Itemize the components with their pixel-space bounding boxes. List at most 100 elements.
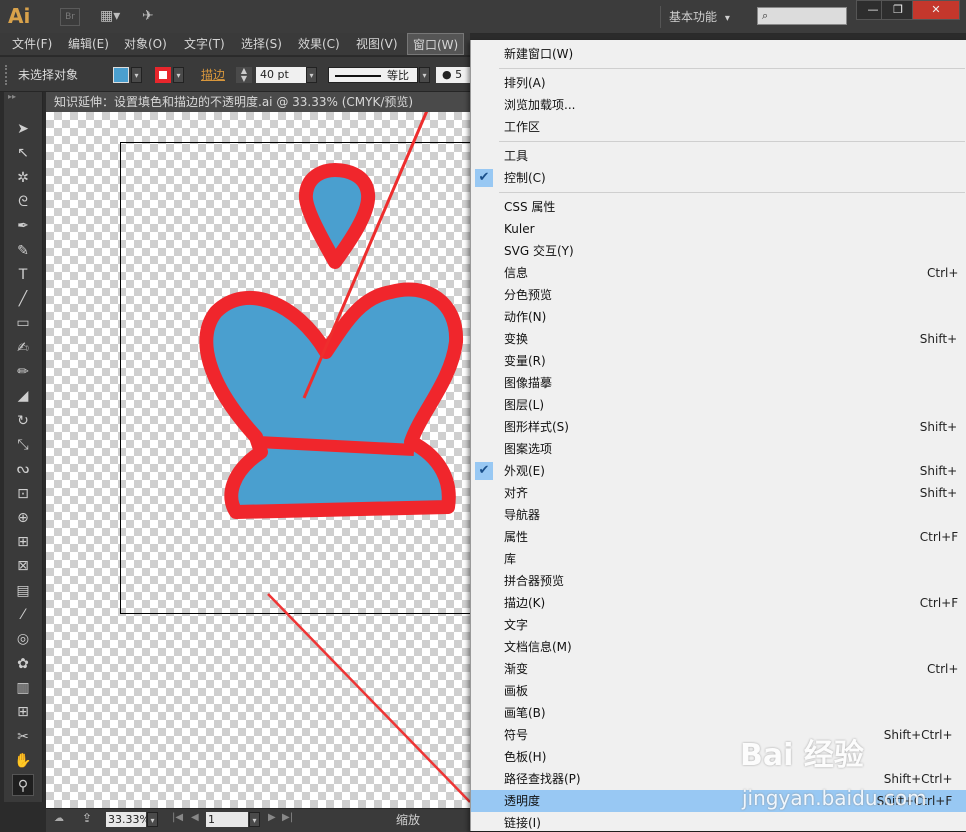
window-menu-item[interactable]: 文档信息(M) — [471, 636, 966, 658]
curvature-tool[interactable]: ✎ — [12, 240, 34, 262]
window-menu-item[interactable]: SVG 交互(Y) — [471, 240, 966, 262]
zoom-dropdown[interactable]: ▾ — [147, 812, 158, 827]
slice-tool[interactable]: ✂ — [12, 726, 34, 748]
window-menu-item[interactable]: 图层(L) — [471, 394, 966, 416]
share-icon[interactable]: ⇪ — [82, 811, 92, 825]
artboard-dropdown[interactable]: ▾ — [249, 812, 260, 827]
free-transform-tool[interactable]: ⊡ — [12, 483, 34, 505]
stroke-weight-input[interactable]: 40 pt — [256, 67, 306, 83]
menu-object[interactable]: 对象(O) — [122, 33, 169, 55]
next-page-icon[interactable]: ▶ — [268, 812, 276, 823]
zoom-tool[interactable]: ⚲ — [12, 774, 34, 797]
warp-tool[interactable]: ᔓ — [12, 458, 34, 480]
column-graph-tool[interactable]: ▥ — [12, 677, 34, 699]
window-menu-item[interactable]: 画板 — [471, 680, 966, 702]
window-menu-item[interactable]: 排列(A) — [471, 72, 966, 94]
window-menu-item[interactable]: Kuler — [471, 218, 966, 240]
window-menu-item[interactable]: 工作区 — [471, 116, 966, 138]
window-menu-item[interactable]: 描边(K) Ctrl+F — [471, 592, 966, 614]
window-menu-item[interactable]: 图形样式(S) Shift+ — [471, 416, 966, 438]
mesh-tool[interactable]: ⊠ — [12, 555, 34, 577]
maximize-button[interactable]: ❐ — [881, 0, 915, 20]
hand-tool[interactable]: ✋ — [12, 750, 34, 772]
perspective-grid-tool[interactable]: ⊞ — [12, 531, 34, 553]
window-menu-item[interactable]: 变换 Shift+ — [471, 328, 966, 350]
brush-definition-select[interactable]: ● 5 — [436, 67, 470, 83]
line-tool[interactable]: ╱ — [12, 288, 34, 310]
prev-page-icon[interactable]: ◀ — [191, 812, 199, 823]
stroke-profile-dropdown[interactable]: ▾ — [419, 67, 430, 83]
close-button[interactable]: ✕ — [912, 0, 960, 20]
stroke-weight-stepper[interactable]: ▲ ▼ — [236, 67, 252, 83]
stroke-dropdown[interactable]: ▾ — [173, 67, 184, 83]
lasso-tool[interactable]: ᘓ — [12, 191, 34, 213]
menu-select[interactable]: 选择(S) — [239, 33, 284, 55]
window-menu-item[interactable]: 图案选项 — [471, 438, 966, 460]
menu-type[interactable]: 文字(T) — [182, 33, 227, 55]
cloud-sync-icon[interactable]: ☁ — [54, 813, 64, 824]
window-menu-item[interactable]: 动作(N) — [471, 306, 966, 328]
window-menu-item[interactable]: 对齐 Shift+ — [471, 482, 966, 504]
window-menu-item[interactable]: 导航器 — [471, 504, 966, 526]
menu-window[interactable]: 窗口(W) — [407, 33, 465, 55]
window-menu-item[interactable]: 库 — [471, 548, 966, 570]
panel-grip[interactable] — [5, 65, 11, 85]
stroke-profile-select[interactable]: 等比 — [328, 67, 418, 83]
menu-view[interactable]: 视图(V) — [354, 33, 400, 55]
first-page-icon[interactable]: |◀ — [172, 812, 183, 823]
window-menu-item[interactable]: 浏览加载项... — [471, 94, 966, 116]
search-input[interactable]: ⌕ — [757, 7, 847, 25]
window-menu-item[interactable]: 渐变 Ctrl+ — [471, 658, 966, 680]
panel-collapse-icon[interactable]: ▸▸ — [8, 92, 38, 102]
fill-dropdown[interactable]: ▾ — [131, 67, 142, 83]
window-menu-item[interactable]: 色板(H) — [471, 746, 966, 768]
workspace-switcher[interactable]: 基本功能 ▾ — [660, 6, 742, 28]
zoom-level-input[interactable]: 33.33% — [106, 812, 150, 827]
menu-file[interactable]: 文件(F) — [10, 33, 54, 55]
arrange-documents-icon[interactable]: ▦▾ — [100, 8, 120, 24]
direct-selection-tool[interactable]: ↖ — [12, 142, 34, 164]
bridge-button[interactable]: Br — [60, 8, 80, 26]
last-page-icon[interactable]: ▶| — [282, 812, 293, 823]
canvas[interactable] — [46, 112, 470, 808]
stroke-swatch[interactable] — [155, 67, 171, 83]
document-tab[interactable]: 知识延伸：设置填色和描边的不透明度.ai @ 33.33% (CMYK/预览) — [46, 92, 470, 112]
stroke-weight-dropdown[interactable]: ▾ — [306, 67, 317, 83]
selection-tool[interactable]: ➤ — [12, 118, 34, 140]
window-menu-item[interactable]: ✔ 控制(C) — [471, 167, 966, 189]
paintbrush-tool[interactable]: ✍ — [12, 337, 34, 359]
stroke-link[interactable]: 描边 — [201, 67, 225, 83]
window-menu-item[interactable]: 符号 Shift+Ctrl+ — [471, 724, 966, 746]
type-tool[interactable]: T — [12, 264, 34, 286]
window-menu-item[interactable]: 信息 Ctrl+ — [471, 262, 966, 284]
symbol-sprayer-tool[interactable]: ✿ — [12, 653, 34, 675]
window-menu-item[interactable]: 图像描摹 — [471, 372, 966, 394]
window-menu-item[interactable]: 文字 — [471, 614, 966, 636]
artboard-number-input[interactable]: 1 — [206, 812, 248, 827]
menu-edit[interactable]: 编辑(E) — [66, 33, 111, 55]
eyedropper-tool[interactable]: ⁄ — [12, 604, 34, 626]
shape-builder-tool[interactable]: ⊕ — [12, 507, 34, 529]
window-menu-item[interactable]: 变量(R) — [471, 350, 966, 372]
window-menu-item[interactable]: 链接(I) — [471, 812, 966, 831]
window-menu-item[interactable]: 新建窗口(W) — [471, 43, 966, 65]
eraser-tool[interactable]: ◢ — [12, 385, 34, 407]
window-menu-item[interactable]: ✔ 外观(E) Shift+ — [471, 460, 966, 482]
gpu-performance-icon[interactable]: ✈ — [142, 8, 154, 24]
window-menu-item[interactable]: 拼合器预览 — [471, 570, 966, 592]
artboard-tool[interactable]: ⊞ — [12, 701, 34, 723]
window-menu-item[interactable]: CSS 属性 — [471, 196, 966, 218]
magic-wand-tool[interactable]: ✲ — [12, 167, 34, 189]
gradient-tool[interactable]: ▤ — [12, 580, 34, 602]
blend-tool[interactable]: ◎ — [12, 628, 34, 650]
pencil-tool[interactable]: ✏ — [12, 361, 34, 383]
window-menu-item[interactable]: 分色预览 — [471, 284, 966, 306]
rotate-tool[interactable]: ↻ — [12, 410, 34, 432]
scale-tool[interactable]: ⤡ — [12, 434, 34, 456]
pen-tool[interactable]: ✒ — [12, 215, 34, 237]
menu-effect[interactable]: 效果(C) — [296, 33, 342, 55]
window-menu-item[interactable]: 画笔(B) — [471, 702, 966, 724]
fill-swatch[interactable] — [113, 67, 129, 83]
window-menu-item[interactable]: 工具 — [471, 145, 966, 167]
rectangle-tool[interactable]: ▭ — [12, 312, 34, 334]
